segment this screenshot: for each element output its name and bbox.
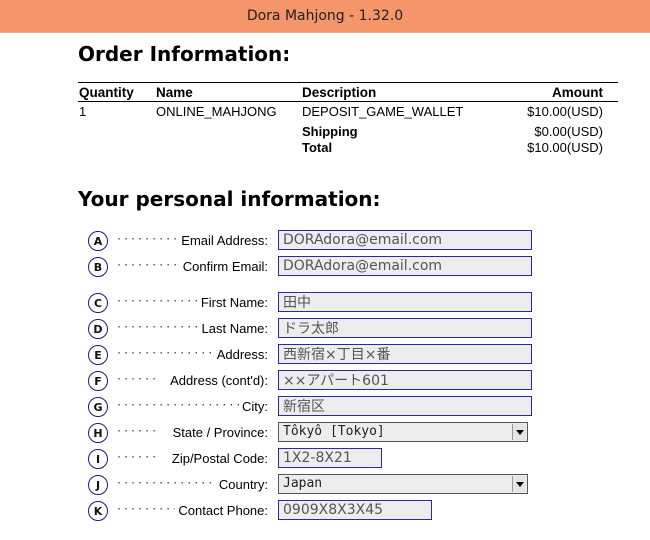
- country-selected-value: Japan: [283, 476, 323, 491]
- badge-a-icon: A: [88, 231, 108, 251]
- dot-leader: ············: [116, 296, 201, 307]
- shipping-label: Shipping: [302, 124, 358, 139]
- dot-leader: ······: [116, 426, 159, 437]
- field-row-city: G ·················· City:: [88, 396, 558, 418]
- dot-leader: ················: [116, 348, 229, 359]
- badge-e-icon: E: [88, 345, 108, 365]
- order-table-header: Quantity Name Description Amount: [78, 83, 618, 102]
- city-label: City:: [239, 399, 268, 414]
- field-row-email: A ········· Email Address:: [88, 230, 558, 252]
- zip-label: Zip/Postal Code:: [168, 451, 268, 466]
- field-row-country: J ················ Country: Japan: [88, 474, 558, 496]
- confirm-email-field[interactable]: [278, 256, 532, 276]
- order-heading: Order Information:: [78, 42, 291, 66]
- email-field[interactable]: [278, 230, 532, 250]
- col-description: Description: [302, 85, 377, 100]
- badge-f-icon: F: [88, 371, 108, 391]
- total-amount: $10.00(USD): [527, 140, 603, 155]
- field-row-phone: K ········· Contact Phone:: [88, 500, 558, 522]
- field-row-confirm-email: B ········· Confirm Email:: [88, 256, 558, 278]
- col-amount: Amount: [552, 85, 603, 100]
- chevron-down-icon[interactable]: [512, 476, 526, 492]
- field-row-zip: I ······ Zip/Postal Code:: [88, 448, 558, 470]
- state-selected-value: Tôkyô [Tokyo]: [283, 424, 385, 439]
- window-title-bar: Dora Mahjong - 1.32.0: [0, 0, 650, 33]
- last-name-field[interactable]: [278, 318, 532, 338]
- dot-leader: ······: [116, 452, 159, 463]
- dot-leader: ············: [116, 322, 201, 333]
- item-name: ONLINE_MAHJONG: [156, 104, 277, 119]
- address-field[interactable]: [278, 344, 532, 364]
- dot-leader: ······: [116, 374, 159, 385]
- field-row-address: E ················ Address:: [88, 344, 558, 366]
- dot-leader: ·········: [116, 504, 180, 515]
- dot-leader: ··················: [116, 400, 243, 411]
- state-select[interactable]: Tôkyô [Tokyo]: [278, 422, 528, 442]
- phone-field[interactable]: [278, 500, 432, 520]
- field-row-last-name: D ············ Last Name:: [88, 318, 558, 340]
- total-label: Total: [302, 140, 333, 155]
- item-description: DEPOSIT_GAME_WALLET: [302, 104, 464, 119]
- badge-g-icon: G: [88, 397, 108, 417]
- personal-info-heading: Your personal information:: [78, 187, 381, 211]
- address-2-field[interactable]: [278, 370, 532, 390]
- badge-j-icon: J: [88, 475, 108, 495]
- state-label: State / Province:: [169, 425, 268, 440]
- dot-leader: ·········: [116, 234, 180, 245]
- item-amount: $10.00(USD): [527, 104, 603, 119]
- country-select[interactable]: Japan: [278, 474, 528, 494]
- last-name-label: Last Name:: [198, 321, 268, 336]
- badge-d-icon: D: [88, 319, 108, 339]
- col-name: Name: [156, 85, 193, 100]
- first-name-field[interactable]: [278, 292, 532, 312]
- address-label: Address:: [213, 347, 268, 362]
- field-row-address-2: F ······ Address (cont'd):: [88, 370, 558, 392]
- shipping-amount: $0.00(USD): [534, 124, 603, 139]
- confirm-email-label: Confirm Email:: [179, 259, 268, 274]
- email-label: Email Address:: [178, 233, 268, 248]
- dot-leader: ·········: [116, 260, 180, 271]
- badge-c-icon: C: [88, 293, 108, 313]
- total-row: Total $10.00(USD): [78, 138, 618, 155]
- badge-k-icon: K: [88, 501, 108, 521]
- item-quantity: 1: [79, 104, 87, 119]
- badge-h-icon: H: [88, 423, 108, 443]
- field-row-first-name: C ············ First Name:: [88, 292, 558, 314]
- order-table: Quantity Name Description Amount 1 ONLIN…: [78, 82, 618, 155]
- badge-b-icon: B: [88, 257, 108, 277]
- dot-leader: ················: [116, 478, 229, 489]
- chevron-down-icon[interactable]: [512, 424, 526, 440]
- first-name-label: First Name:: [197, 295, 268, 310]
- window-title: Dora Mahjong - 1.32.0: [246, 8, 404, 24]
- badge-i-icon: I: [88, 449, 108, 469]
- shipping-row: Shipping $0.00(USD): [78, 122, 618, 139]
- field-row-state: H ······ State / Province: Tôkyô [Tokyo]: [88, 422, 558, 444]
- address-2-label: Address (cont'd):: [167, 373, 268, 388]
- country-label: Country:: [215, 477, 268, 492]
- phone-label: Contact Phone:: [175, 503, 268, 518]
- table-row: 1 ONLINE_MAHJONG DEPOSIT_GAME_WALLET $10…: [78, 102, 618, 119]
- zip-field[interactable]: [278, 448, 382, 468]
- col-quantity: Quantity: [79, 85, 134, 100]
- city-field[interactable]: [278, 396, 532, 416]
